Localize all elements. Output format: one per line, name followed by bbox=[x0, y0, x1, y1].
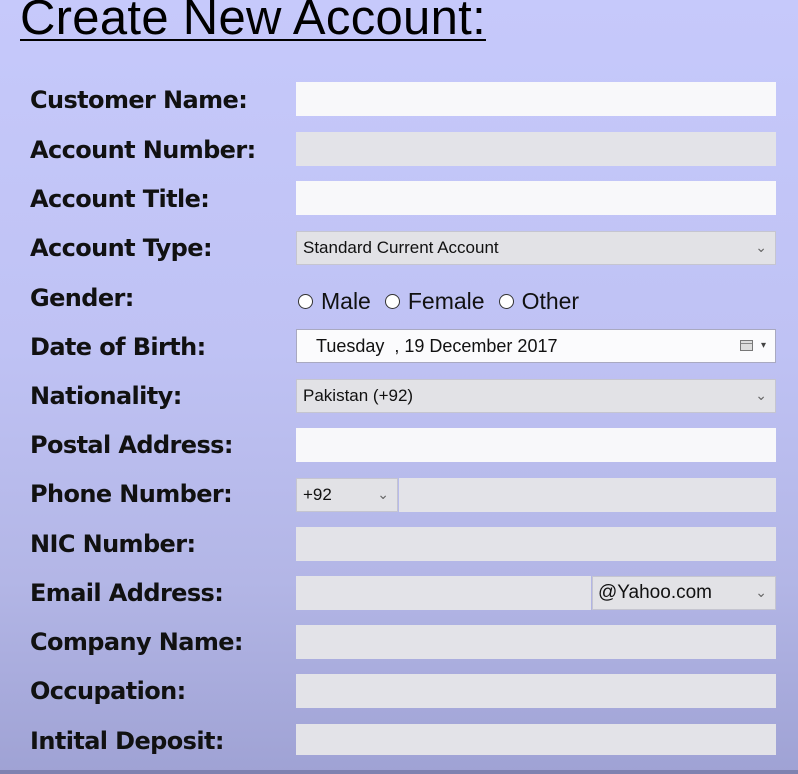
date-of-birth-label: Date of Birth: bbox=[30, 333, 206, 361]
account-type-label: Account Type: bbox=[30, 234, 213, 262]
chevron-down-icon: ⌄ bbox=[755, 585, 767, 601]
radio-unchecked-icon[interactable] bbox=[384, 293, 400, 309]
account-title-input[interactable] bbox=[296, 181, 776, 215]
customer-name-input[interactable] bbox=[296, 82, 776, 116]
page-title: Create New Account: bbox=[20, 0, 486, 45]
caret-down-icon[interactable]: ▾ bbox=[761, 330, 766, 362]
customer-name-label: Customer Name: bbox=[30, 86, 248, 114]
gender-option-other[interactable]: Other bbox=[498, 287, 580, 315]
date-of-birth-value: Tuesday , 19 December 2017 bbox=[316, 336, 558, 356]
phone-code-select[interactable]: +92 ⌄ bbox=[296, 478, 398, 512]
chevron-down-icon: ⌄ bbox=[377, 487, 389, 503]
account-title-label: Account Title: bbox=[30, 185, 210, 213]
gender-option-female[interactable]: Female bbox=[384, 287, 485, 315]
radio-unchecked-icon[interactable] bbox=[298, 293, 313, 309]
gender-label: Gender: bbox=[30, 284, 134, 312]
email-domain-select[interactable]: @Yahoo.com ⌄ bbox=[592, 576, 776, 610]
email-address-input[interactable] bbox=[296, 576, 591, 610]
initial-deposit-label: Intital Deposit: bbox=[30, 727, 224, 755]
postal-address-input[interactable] bbox=[296, 428, 776, 462]
gender-other-label: Other bbox=[521, 287, 580, 314]
phone-number-label: Phone Number: bbox=[30, 480, 233, 508]
date-of-birth-picker[interactable]: Tuesday , 19 December 2017 ▾ bbox=[296, 329, 776, 363]
chevron-down-icon: ⌄ bbox=[755, 388, 767, 404]
gender-female-label: Female bbox=[407, 287, 485, 314]
calendar-icon[interactable] bbox=[740, 340, 753, 351]
nic-number-input[interactable] bbox=[296, 527, 776, 561]
gender-radio-group: Male Female Other bbox=[298, 286, 593, 316]
phone-code-value: +92 bbox=[303, 485, 332, 504]
account-type-select[interactable]: Standard Current Account ⌄ bbox=[296, 231, 776, 265]
email-domain-value: @Yahoo.com bbox=[598, 582, 712, 603]
occupation-label: Occupation: bbox=[30, 677, 186, 705]
occupation-input[interactable] bbox=[296, 674, 776, 708]
window-bottom-edge bbox=[0, 770, 798, 774]
gender-male-label: Male bbox=[321, 287, 371, 314]
account-number-input[interactable] bbox=[296, 132, 776, 166]
account-number-label: Account Number: bbox=[30, 136, 256, 164]
nationality-select[interactable]: Pakistan (+92) ⌄ bbox=[296, 379, 776, 413]
gender-option-male[interactable]: Male bbox=[298, 288, 371, 315]
postal-address-label: Postal Address: bbox=[30, 431, 233, 459]
company-name-input[interactable] bbox=[296, 625, 776, 659]
nic-number-label: NIC Number: bbox=[30, 530, 196, 558]
nationality-label: Nationality: bbox=[30, 382, 182, 410]
account-type-value: Standard Current Account bbox=[303, 238, 499, 257]
initial-deposit-input[interactable] bbox=[296, 724, 776, 755]
nationality-value: Pakistan (+92) bbox=[303, 386, 414, 405]
email-address-label: Email Address: bbox=[30, 579, 224, 607]
chevron-down-icon: ⌄ bbox=[755, 240, 767, 256]
phone-number-input[interactable] bbox=[399, 478, 776, 512]
radio-unchecked-icon[interactable] bbox=[498, 293, 514, 309]
company-name-label: Company Name: bbox=[30, 628, 244, 656]
